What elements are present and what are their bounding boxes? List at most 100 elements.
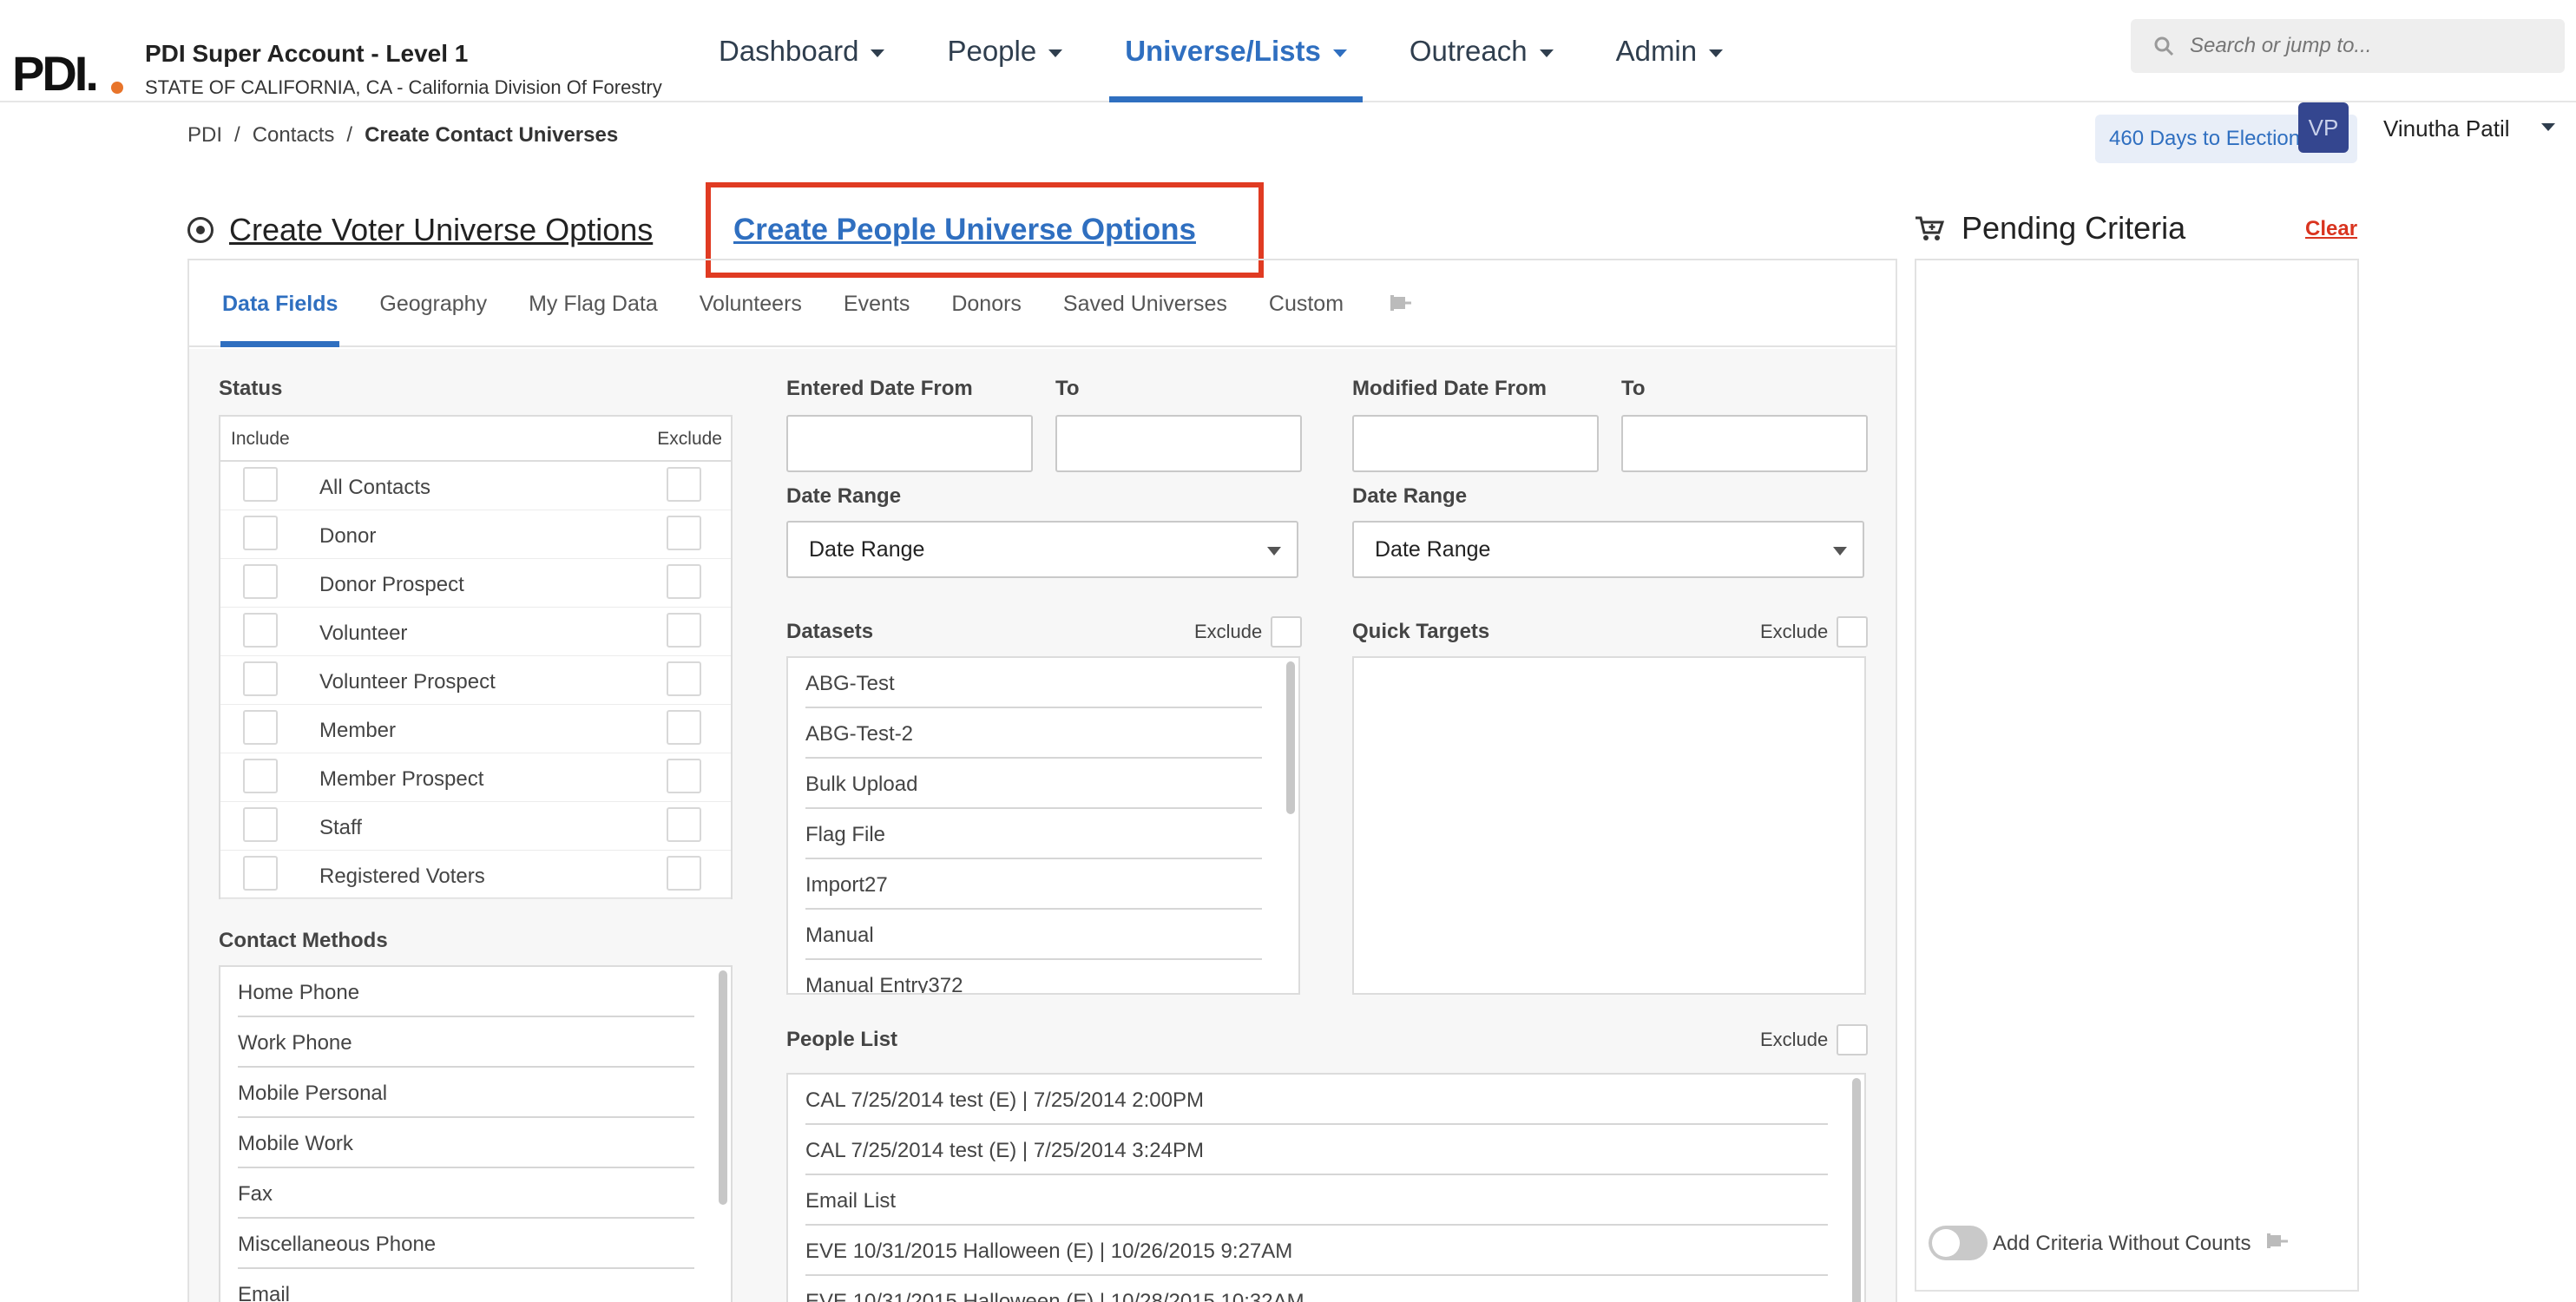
list-item[interactable]: Work Phone	[238, 1017, 694, 1068]
status-row: Member Prospect	[220, 753, 731, 802]
top-navbar: PDI. PDI Super Account - Level 1 STATE O…	[0, 0, 2576, 102]
exclude-checkbox[interactable]	[667, 710, 701, 745]
exclude-checkbox[interactable]	[667, 467, 701, 502]
exclude-checkbox[interactable]	[667, 661, 701, 696]
quick-targets-exclude-checkbox[interactable]	[1837, 616, 1869, 648]
modified-date-to-label: To	[1621, 377, 1646, 400]
list-item[interactable]: Mobile Work	[238, 1118, 694, 1168]
search-input[interactable]	[2190, 34, 2554, 58]
nav-dashboard[interactable]: Dashboard	[703, 0, 900, 102]
voter-universe-option[interactable]: Create Voter Universe Options	[187, 212, 653, 248]
pdi-logo[interactable]: PDI.	[12, 49, 123, 95]
include-checkbox[interactable]	[243, 564, 278, 599]
include-checkbox[interactable]	[243, 613, 278, 648]
status-row: All Contacts	[220, 462, 731, 510]
radio-selected-icon[interactable]	[187, 217, 214, 243]
datasets-exclude-checkbox[interactable]	[1271, 616, 1303, 648]
pin-icon[interactable]	[1385, 292, 1412, 318]
list-item[interactable]: Miscellaneous Phone	[238, 1219, 694, 1269]
list-item[interactable]: Email	[238, 1269, 694, 1302]
include-checkbox[interactable]	[243, 467, 278, 502]
list-item[interactable]: ABG-Test	[805, 658, 1262, 708]
tab-saved-universes[interactable]: Saved Universes	[1063, 260, 1227, 347]
list-item[interactable]: Flag File	[805, 809, 1262, 859]
avatar[interactable]: VP	[2298, 102, 2349, 153]
modified-date-to-input[interactable]	[1621, 415, 1868, 472]
exclude-checkbox[interactable]	[667, 516, 701, 550]
list-item[interactable]: Import27	[805, 859, 1262, 910]
status-row: Volunteer	[220, 608, 731, 656]
list-item[interactable]: ABG-Test-2	[805, 708, 1262, 759]
include-checkbox[interactable]	[243, 759, 278, 793]
breadcrumb-contacts[interactable]: Contacts	[253, 123, 335, 148]
exclude-checkbox[interactable]	[667, 613, 701, 648]
tab-donors[interactable]: Donors	[951, 260, 1022, 347]
nav-admin[interactable]: Admin	[1600, 0, 1739, 102]
modified-date-range-select[interactable]: Date Range	[1352, 521, 1864, 578]
tab-volunteers[interactable]: Volunteers	[700, 260, 802, 347]
quick-targets-list[interactable]	[1352, 656, 1866, 995]
user-menu-caret-icon[interactable]	[2541, 123, 2555, 131]
status-label: Volunteer Prospect	[319, 670, 496, 694]
caret-down-icon	[1539, 49, 1554, 57]
exclude-label: Exclude	[1194, 621, 1263, 642]
tab-events[interactable]: Events	[844, 260, 910, 347]
list-item[interactable]: Manual Entry372	[805, 960, 1262, 993]
exclude-checkbox[interactable]	[667, 564, 701, 599]
nav-universe-lists[interactable]: Universe/Lists	[1109, 0, 1363, 102]
people-universe-link[interactable]: Create People Universe Options	[733, 213, 1196, 247]
modified-date-from-input[interactable]	[1352, 415, 1599, 472]
breadcrumb-separator: /	[234, 123, 240, 147]
list-item[interactable]: EVE 10/31/2015 Halloween (E) | 10/28/201…	[805, 1276, 1828, 1302]
nav-people[interactable]: People	[931, 0, 1078, 102]
list-item[interactable]: Fax	[238, 1168, 694, 1219]
contact-methods-list[interactable]: Home Phone Work Phone Mobile Personal Mo…	[219, 965, 733, 1302]
people-list-exclude-checkbox[interactable]	[1837, 1024, 1869, 1055]
datasets-list[interactable]: ABG-Test ABG-Test-2 Bulk Upload Flag Fil…	[786, 656, 1300, 995]
clear-link[interactable]: Clear	[2305, 217, 2357, 241]
org-title: PDI Super Account - Level 1	[145, 40, 469, 67]
list-item[interactable]: Mobile Personal	[238, 1068, 694, 1118]
pin-icon[interactable]	[2262, 1231, 2288, 1255]
people-list[interactable]: CAL 7/25/2014 test (E) | 7/25/2014 2:00P…	[786, 1073, 1866, 1302]
nav-label: Dashboard	[719, 35, 859, 67]
select-value: Date Range	[1375, 536, 1491, 562]
status-label: Member Prospect	[319, 767, 484, 791]
tab-custom[interactable]: Custom	[1269, 260, 1344, 347]
include-checkbox[interactable]	[243, 807, 278, 842]
voter-universe-link[interactable]: Create Voter Universe Options	[229, 212, 653, 248]
caret-down-icon	[1332, 49, 1347, 57]
tab-geography[interactable]: Geography	[379, 260, 487, 347]
list-item[interactable]: CAL 7/25/2014 test (E) | 7/25/2014 2:00P…	[805, 1075, 1828, 1125]
include-checkbox[interactable]	[243, 516, 278, 550]
breadcrumb-pdi[interactable]: PDI	[187, 123, 222, 148]
include-checkbox[interactable]	[243, 710, 278, 745]
exclude-checkbox[interactable]	[667, 759, 701, 793]
scrollbar[interactable]	[1852, 1078, 1861, 1302]
exclude-checkbox[interactable]	[667, 807, 701, 842]
include-checkbox[interactable]	[243, 856, 278, 891]
nav-label: Outreach	[1409, 35, 1528, 67]
user-name[interactable]: Vinutha Patil	[2383, 115, 2510, 142]
criteria-tabs: Data Fields Geography My Flag Data Volun…	[189, 260, 1896, 347]
scrollbar[interactable]	[719, 970, 727, 1205]
exclude-checkbox[interactable]	[667, 856, 701, 891]
list-item[interactable]: Home Phone	[238, 967, 694, 1017]
list-item[interactable]: CAL 7/25/2014 test (E) | 7/25/2014 3:24P…	[805, 1125, 1828, 1175]
entered-date-to-input[interactable]	[1055, 415, 1302, 472]
entered-date-range-select[interactable]: Date Range	[786, 521, 1298, 578]
include-checkbox[interactable]	[243, 661, 278, 696]
list-item[interactable]: EVE 10/31/2015 Halloween (E) | 10/26/201…	[805, 1226, 1828, 1276]
scrollbar[interactable]	[1286, 661, 1295, 814]
status-label: Volunteer	[319, 621, 408, 645]
add-criteria-without-counts-toggle[interactable]	[1929, 1226, 1988, 1260]
tab-my-flag-data[interactable]: My Flag Data	[529, 260, 658, 347]
list-item[interactable]: Email List	[805, 1175, 1828, 1226]
nav-outreach[interactable]: Outreach	[1394, 0, 1569, 102]
search-box	[2131, 19, 2565, 73]
tab-data-fields[interactable]: Data Fields	[220, 260, 340, 347]
entered-date-from-input[interactable]	[786, 415, 1033, 472]
modified-date-from-label: Modified Date From	[1352, 377, 1548, 400]
list-item[interactable]: Bulk Upload	[805, 759, 1262, 809]
list-item[interactable]: Manual	[805, 910, 1262, 960]
